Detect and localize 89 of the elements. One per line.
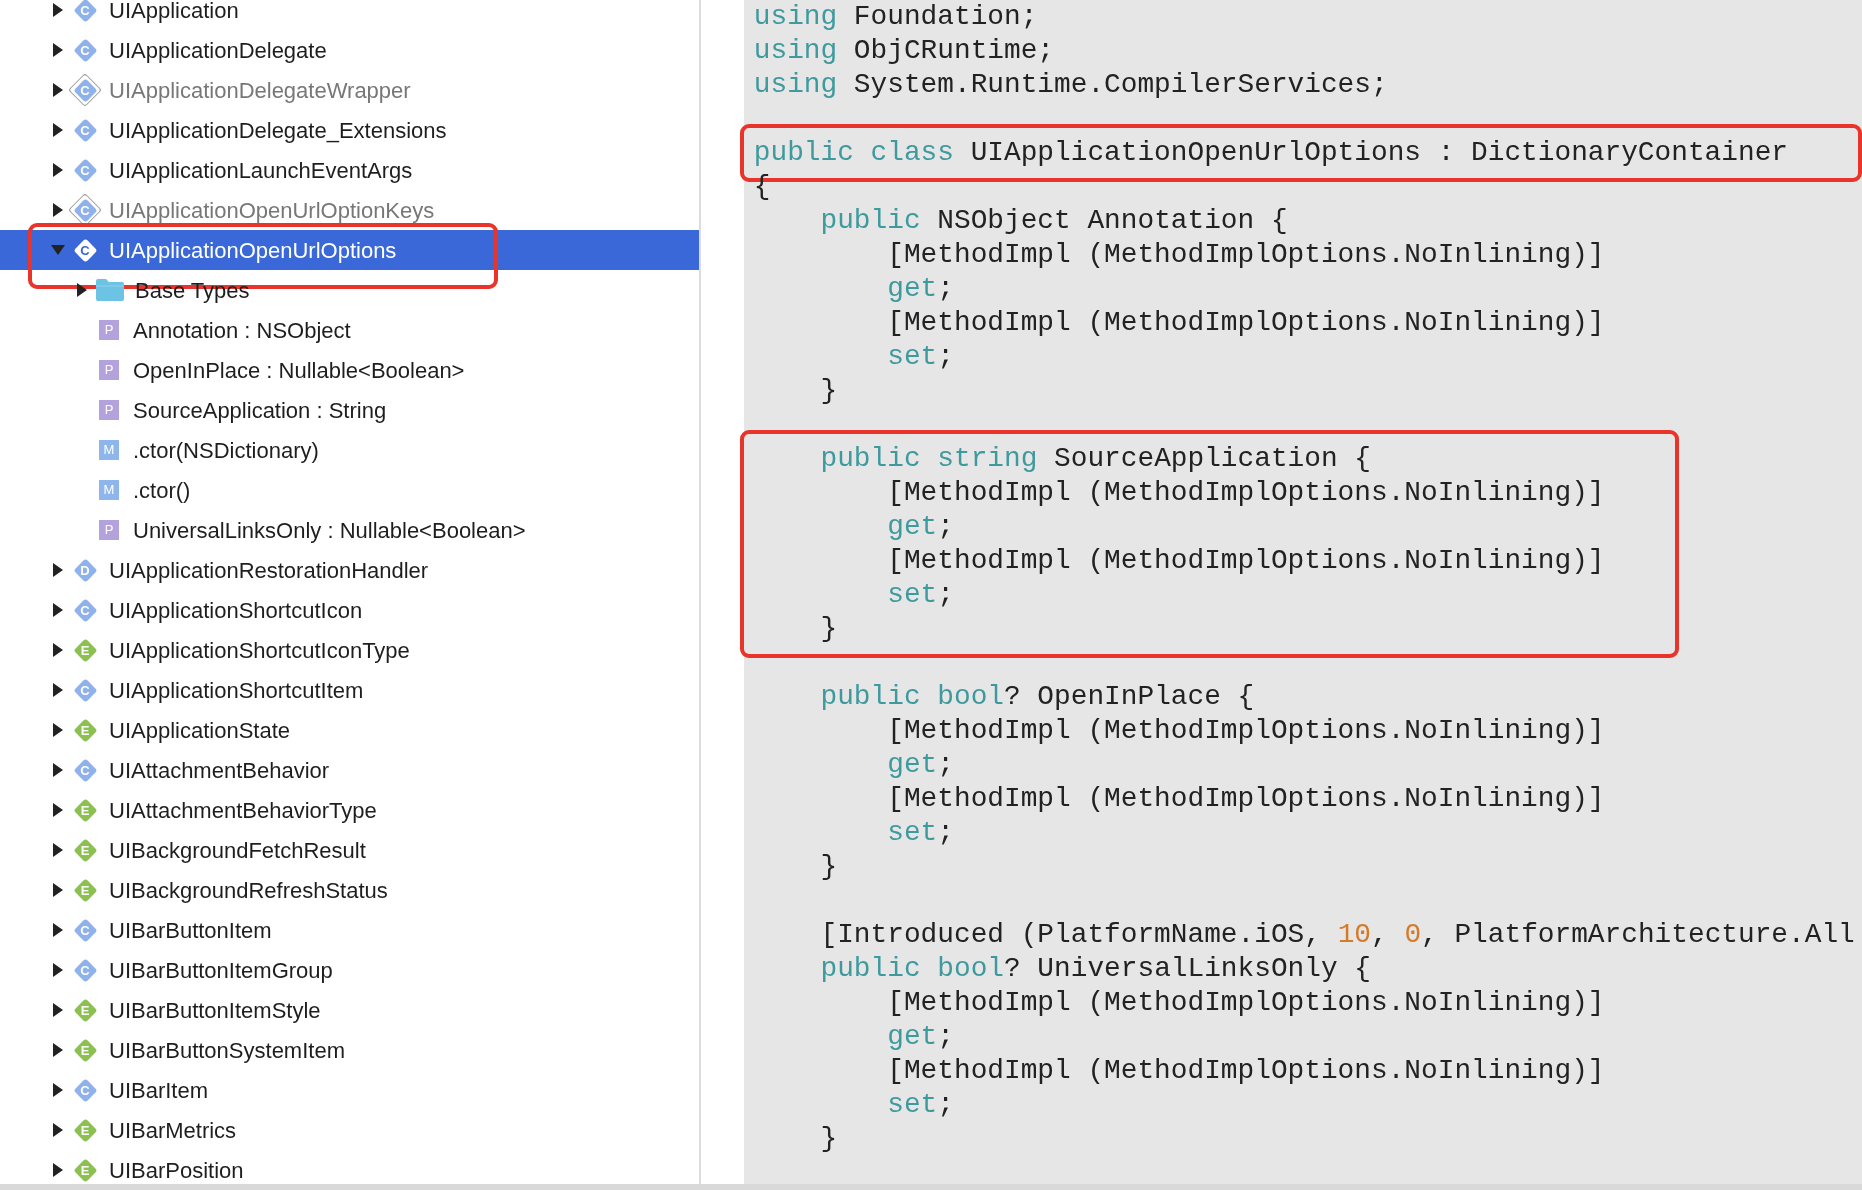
- disclosure-triangle-icon[interactable]: [52, 1042, 64, 1058]
- item-label: UIAttachmentBehaviorType: [109, 796, 377, 825]
- code-line: public class UIApplicationOpenUrlOptions : DictionaryContainer: [753, 136, 1788, 170]
- item-label: UIBarButtonItemGroup: [109, 956, 333, 985]
- disclosure-triangle-icon[interactable]: [52, 82, 64, 98]
- item-label: UIBackgroundRefreshStatus: [109, 876, 388, 905]
- code-line: [MethodImpl (MethodImplOptions.NoInlining)]: [886, 476, 1605, 510]
- square-icon: P: [99, 360, 119, 380]
- square-icon: M: [99, 440, 119, 460]
- item-label: UIApplicationLaunchEventArgs: [109, 156, 413, 185]
- disclosure-triangle-icon[interactable]: [52, 842, 64, 858]
- item-label: UIBarButtonSystemItem: [109, 1036, 345, 1065]
- item-label: UIBarButtonItemStyle: [109, 996, 321, 1025]
- item-label: UIApplicationRestorationHandler: [109, 556, 429, 585]
- code-line: public NSObject Annotation {: [819, 204, 1289, 238]
- code-line: using ObjCRuntime;: [753, 34, 1056, 68]
- disclosure-triangle-icon[interactable]: [52, 802, 64, 818]
- code-line: [MethodImpl (MethodImplOptions.NoInlining)]: [886, 306, 1606, 340]
- item-label: SourceApplication : String: [133, 396, 387, 425]
- code-line: set;: [886, 1088, 955, 1122]
- code-line: [MethodImpl (MethodImplOptions.NoInlining)]: [886, 986, 1606, 1020]
- code-line: using System.Runtime.CompilerServices;: [753, 68, 1389, 102]
- item-label: OpenInPlace : Nullable<Boolean>: [133, 356, 465, 385]
- code-line: }: [819, 374, 839, 408]
- item-label: UIBarButtonItem: [109, 916, 272, 945]
- item-label: UIApplicationDelegate: [109, 36, 327, 65]
- disclosure-triangle-icon[interactable]: [52, 562, 64, 578]
- folder-icon: [95, 278, 125, 302]
- code-line: [MethodImpl (MethodImplOptions.NoInlining)]: [886, 782, 1606, 816]
- item-label: UIBarPosition: [109, 1156, 244, 1184]
- disclosure-triangle-icon[interactable]: [76, 282, 88, 298]
- code-line: set;: [886, 340, 955, 374]
- item-label: UIApplicationOpenUrlOptionKeys: [109, 196, 435, 225]
- item-label: UIApplicationDelegateWrapper: [109, 76, 411, 105]
- code-line: set;: [886, 578, 955, 612]
- item-label: UIApplicationState: [109, 716, 290, 745]
- disclosure-triangle-icon[interactable]: [52, 762, 64, 778]
- item-label: UIApplicationOpenUrlOptions: [109, 236, 397, 265]
- disclosure-triangle-icon[interactable]: [52, 962, 64, 978]
- code-line: [Introduced (PlatformName.iOS, 10, 0, PlatformArchitecture.All: [819, 918, 1856, 952]
- disclosure-triangle-icon[interactable]: [52, 122, 64, 138]
- item-label: UIApplication: [109, 0, 239, 25]
- disclosure-triangle-icon[interactable]: [52, 922, 64, 938]
- item-label: UIApplicationShortcutIconType: [109, 636, 410, 665]
- disclosure-triangle-icon[interactable]: [52, 642, 64, 658]
- disclosure-triangle-icon[interactable]: [52, 602, 64, 618]
- code-line: [MethodImpl (MethodImplOptions.NoInlining)]: [886, 714, 1606, 748]
- code-line: }: [819, 850, 839, 884]
- square-icon: M: [99, 480, 119, 500]
- disclosure-triangle-icon[interactable]: [52, 682, 64, 698]
- square-icon: P: [99, 320, 119, 340]
- code-line: }: [819, 1122, 839, 1156]
- code-line: public bool? OpenInPlace {: [819, 680, 1256, 714]
- square-icon: P: [99, 520, 119, 540]
- item-label: .ctor(): [133, 476, 191, 505]
- code-line: set;: [886, 816, 955, 850]
- square-icon: P: [99, 400, 119, 420]
- disclosure-triangle-icon[interactable]: [52, 1162, 64, 1178]
- item-label: UIBarItem: [109, 1076, 209, 1105]
- code-line: get;: [886, 1020, 955, 1054]
- item-label: .ctor(NSDictionary): [133, 436, 319, 465]
- disclosure-triangle-icon[interactable]: [52, 1002, 64, 1018]
- disclosure-triangle-icon[interactable]: [52, 1082, 64, 1098]
- code-line: get;: [886, 510, 955, 544]
- disclosure-triangle-icon[interactable]: [52, 882, 64, 898]
- selected-row[interactable]: C UIApplicationOpenUrlOptions: [0, 230, 699, 270]
- item-label: UIApplicationShortcutItem: [109, 676, 364, 705]
- disclosure-triangle-icon[interactable]: [52, 722, 64, 738]
- disclosure-triangle-icon[interactable]: [52, 202, 64, 218]
- code-line: [MethodImpl (MethodImplOptions.NoInlining)]: [886, 1054, 1606, 1088]
- code-line: get;: [886, 748, 955, 782]
- disclosure-triangle-icon[interactable]: [52, 2, 64, 18]
- item-label: UIApplicationDelegate_Extensions: [109, 116, 447, 145]
- item-label: UIApplicationShortcutIcon: [109, 596, 363, 625]
- item-label: UniversalLinksOnly : Nullable<Boolean>: [133, 516, 526, 545]
- item-label: Annotation : NSObject: [133, 316, 351, 345]
- item-label: UIAttachmentBehavior: [109, 756, 330, 785]
- code-line: using Foundation;: [753, 0, 1039, 34]
- item-label: UIBarMetrics: [109, 1116, 237, 1145]
- disclosure-triangle-icon[interactable]: [52, 162, 64, 178]
- item-label: UIBackgroundFetchResult: [109, 836, 366, 865]
- code-line: [MethodImpl (MethodImplOptions.NoInlining)]: [886, 544, 1605, 578]
- code-line: public string SourceApplication {: [819, 442, 1372, 476]
- code-line: }: [819, 612, 839, 646]
- code-line: public bool? UniversalLinksOnly {: [819, 952, 1372, 986]
- code-line: get;: [886, 272, 955, 306]
- disclosure-triangle-icon[interactable]: [52, 1122, 64, 1138]
- code-line: [MethodImpl (MethodImplOptions.NoInlining)]: [886, 238, 1606, 272]
- disclosure-triangle-icon[interactable]: [52, 42, 64, 58]
